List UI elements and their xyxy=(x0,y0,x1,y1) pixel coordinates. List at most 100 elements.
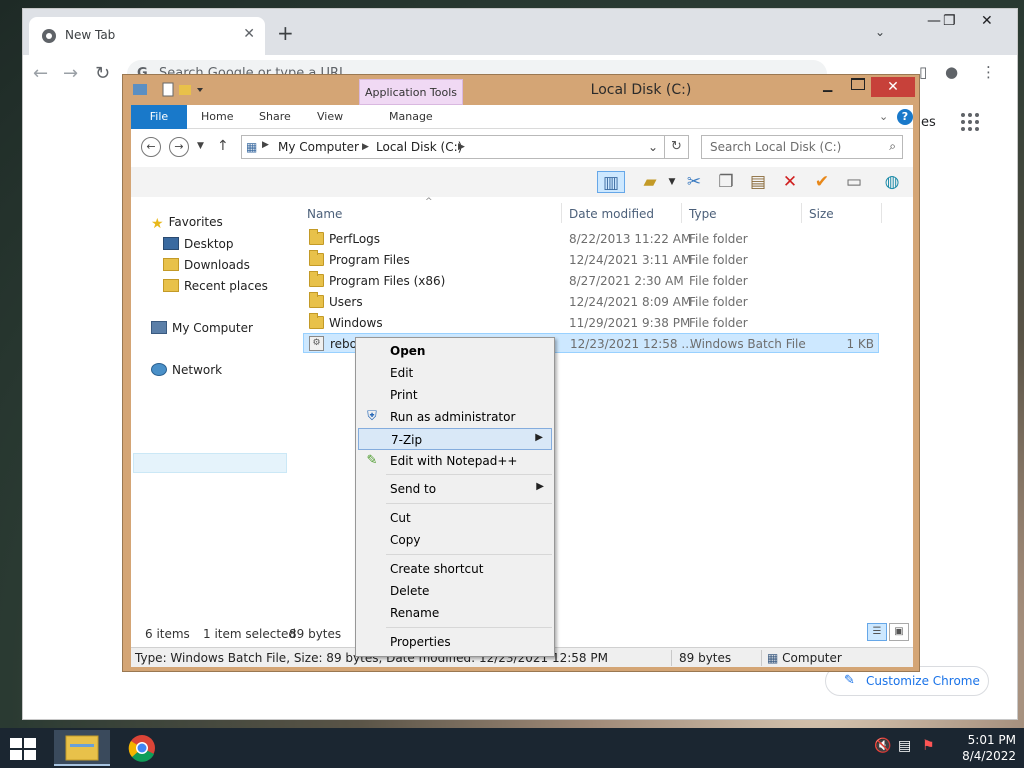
selection-size: 89 bytes xyxy=(289,627,342,641)
checkmark-icon[interactable]: ✔ xyxy=(811,171,833,193)
column-divider[interactable] xyxy=(881,203,882,223)
menu-item-print[interactable]: Print xyxy=(358,384,552,406)
breadcrumb-local-disk[interactable]: Local Disk (C:) xyxy=(376,140,462,154)
taskbar-chrome[interactable] xyxy=(114,730,170,766)
large-icons-view-button[interactable]: ▣ xyxy=(889,623,909,641)
tab-home[interactable]: Home xyxy=(201,110,233,123)
explorer-titlebar[interactable]: Application Tools Local Disk (C:) ▁ ✕ xyxy=(123,75,919,105)
back-button[interactable]: ← xyxy=(141,137,161,157)
sidebar-icon[interactable]: ▯ xyxy=(919,63,927,81)
menu-item-edit-with-notepad[interactable]: ✎ Edit with Notepad++ xyxy=(358,450,552,472)
nav-my-computer[interactable]: My Computer xyxy=(151,321,253,335)
delete-icon[interactable]: ✕ xyxy=(779,171,801,193)
tab-search-chevron-icon[interactable]: ⌄ xyxy=(875,25,885,39)
menu-item-create-shortcut[interactable]: Create shortcut xyxy=(358,558,552,580)
column-size[interactable]: Size xyxy=(809,207,834,221)
new-tab-button[interactable]: + xyxy=(277,23,294,43)
table-row[interactable]: Users 12/24/2021 8:09 AM File folder xyxy=(303,292,879,312)
tab-manage[interactable]: Manage xyxy=(389,110,433,123)
table-row[interactable]: Program Files (x86) 8/27/2021 2:30 AM Fi… xyxy=(303,271,879,291)
toolbar-dropdown-chevron-icon[interactable]: ▼ xyxy=(661,171,683,193)
explorer-close-button[interactable]: ✕ xyxy=(871,77,915,97)
apps-grid-icon[interactable] xyxy=(961,113,979,131)
column-divider[interactable] xyxy=(681,203,682,223)
globe-icon[interactable]: ◍ xyxy=(881,171,903,193)
tab-view[interactable]: View xyxy=(317,110,343,123)
nav-my-computer-selection xyxy=(133,453,287,473)
breadcrumb-my-computer[interactable]: My Computer xyxy=(278,140,359,154)
menu-item-send-to[interactable]: Send to ▶ xyxy=(358,478,552,500)
rename-icon[interactable]: ▭ xyxy=(843,171,865,193)
system-clock[interactable]: 5:01 PM 8/4/2022 xyxy=(930,732,1016,764)
preview-pane-icon[interactable]: ▥ xyxy=(597,171,625,193)
customize-chrome-label: Customize Chrome xyxy=(866,674,980,688)
table-row[interactable]: Program Files 12/24/2021 3:11 AM File fo… xyxy=(303,250,879,270)
help-icon[interactable]: ? xyxy=(897,109,913,125)
nav-favorites[interactable]: ★ Favorites xyxy=(151,215,223,232)
tab-close-icon[interactable]: ✕ xyxy=(243,26,255,42)
copy-icon[interactable]: ❐ xyxy=(715,171,737,193)
nav-network[interactable]: Network xyxy=(151,363,222,377)
explorer-minimize-button[interactable]: ▁ xyxy=(823,78,832,92)
address-bar[interactable]: ▦ ▶ My Computer ▶ Local Disk (C:) ▶ ⌄ xyxy=(241,135,665,159)
menu-item-properties[interactable]: Properties xyxy=(358,631,552,653)
file-date: 12/24/2021 8:09 AM xyxy=(569,295,692,309)
menu-item-7-zip[interactable]: 7-Zip ▶ xyxy=(358,428,552,450)
chrome-minimize-button[interactable]: — xyxy=(927,13,941,29)
file-name: Users xyxy=(329,295,363,309)
computer-location-status: ▦ Computer xyxy=(767,651,842,665)
folder-icon xyxy=(309,313,324,329)
tab-file[interactable]: File xyxy=(131,105,187,129)
volume-muted-icon[interactable]: 🔇 xyxy=(874,738,891,754)
table-row[interactable]: Windows 11/29/2021 9:38 PM File folder xyxy=(303,313,879,333)
cut-icon[interactable]: ✂ xyxy=(683,171,705,193)
tab-share[interactable]: Share xyxy=(259,110,291,123)
chrome-tab-new-tab[interactable]: New Tab ✕ xyxy=(29,17,265,55)
profile-icon[interactable]: ● xyxy=(945,63,958,81)
recent-locations-chevron-icon[interactable]: ▼ xyxy=(197,141,204,151)
menu-separator xyxy=(386,474,552,475)
windows-start-icon[interactable] xyxy=(10,738,38,760)
nav-downloads[interactable]: Downloads xyxy=(163,258,250,272)
menu-item-edit[interactable]: Edit xyxy=(358,362,552,384)
menu-separator xyxy=(386,554,552,555)
menu-item-copy[interactable]: Copy xyxy=(358,529,552,551)
ribbon-expand-chevron-icon[interactable]: ⌄ xyxy=(879,110,888,123)
up-arrow-icon[interactable]: ↑ xyxy=(217,138,229,154)
nav-network-label: Network xyxy=(172,363,223,377)
column-divider[interactable] xyxy=(801,203,802,223)
forward-button[interactable]: → xyxy=(169,137,189,157)
network-tray-icon[interactable]: ▤ xyxy=(898,738,911,754)
folder-options-icon[interactable]: ▰ xyxy=(639,171,661,193)
nav-desktop[interactable]: Desktop xyxy=(163,237,234,251)
address-dropdown-chevron-icon[interactable]: ⌄ xyxy=(648,140,658,154)
explorer-maximize-button[interactable] xyxy=(851,78,865,90)
menu-item-open[interactable]: Open xyxy=(358,340,552,362)
nav-recent-places[interactable]: Recent places xyxy=(163,279,268,293)
refresh-button[interactable]: ↻ xyxy=(665,135,689,159)
details-view-button[interactable]: ☰ xyxy=(867,623,887,641)
menu-item-rename[interactable]: Rename xyxy=(358,602,552,624)
table-row[interactable]: PerfLogs 8/22/2013 11:22 AM File folder xyxy=(303,229,879,249)
column-type[interactable]: Type xyxy=(689,207,717,221)
menu-label: Delete xyxy=(390,584,430,598)
forward-arrow-icon[interactable]: → xyxy=(63,63,78,84)
computer-location-icon: ▦ xyxy=(246,140,258,154)
selection-count: 1 item selected xyxy=(203,627,297,641)
column-divider[interactable] xyxy=(561,203,562,223)
column-name[interactable]: Name xyxy=(307,207,342,221)
menu-item-run-as-administrator[interactable]: ⛨ Run as administrator xyxy=(358,406,552,428)
column-date-modified[interactable]: Date modified xyxy=(569,207,654,221)
search-input[interactable]: Search Local Disk (C:) ⌕ xyxy=(701,135,903,159)
chrome-maximize-button[interactable]: ❐ xyxy=(943,13,956,29)
chrome-menu-icon[interactable]: ⋮ xyxy=(981,63,996,81)
paste-icon[interactable]: ▤ xyxy=(747,171,769,193)
back-arrow-icon[interactable]: ← xyxy=(33,63,48,84)
reload-icon[interactable]: ↻ xyxy=(95,63,110,84)
menu-label: Create shortcut xyxy=(390,562,484,576)
chrome-close-button[interactable]: ✕ xyxy=(981,13,993,29)
menu-item-cut[interactable]: Cut xyxy=(358,507,552,529)
menu-item-delete[interactable]: Delete xyxy=(358,580,552,602)
toolbar-strip: ▥ ▰ ▼ ✂ ❐ ▤ ✕ ✔ ▭ ◍ xyxy=(131,167,913,197)
taskbar-file-explorer[interactable] xyxy=(54,730,110,766)
